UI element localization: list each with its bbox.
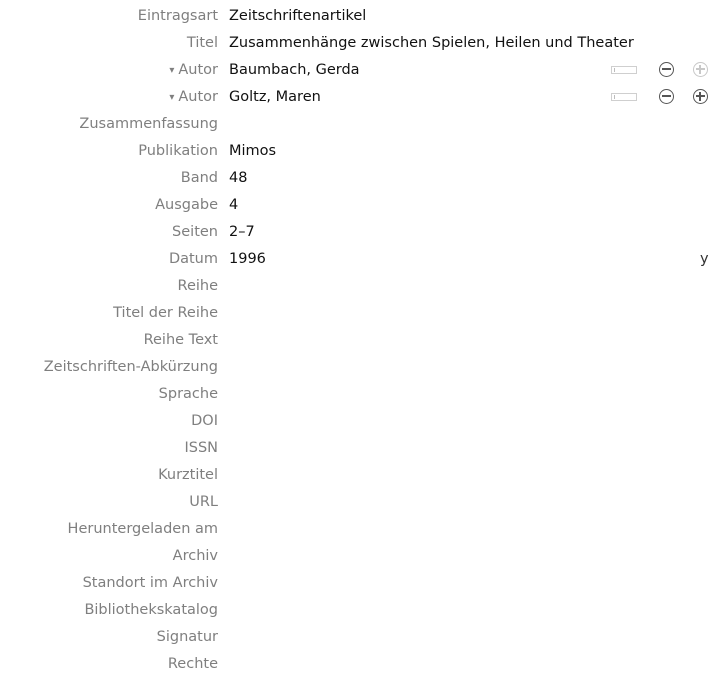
- field-row-title: Titel Zusammenhänge zwischen Spielen, He…: [0, 30, 712, 56]
- title-label: Titel: [186, 35, 218, 51]
- field-row-series-title: Titel der Reihe: [0, 300, 712, 326]
- field-value[interactable]: Mimos: [229, 138, 276, 164]
- field-row-series: Reihe: [0, 273, 712, 299]
- creator-name[interactable]: Baumbach, Gerda: [229, 57, 360, 83]
- minus-circle-icon[interactable]: [659, 89, 674, 104]
- field-label: Seiten: [172, 224, 218, 240]
- item-type-value[interactable]: Zeitschriftenartikel: [229, 3, 366, 29]
- field-row-date: Datum 1996 y: [0, 246, 712, 272]
- field-label: Titel der Reihe: [113, 305, 218, 321]
- field-label: Band: [180, 170, 218, 186]
- field-label: Archiv: [172, 548, 218, 564]
- field-label: Kurztitel: [158, 467, 218, 483]
- field-label: Datum: [168, 251, 218, 267]
- field-label: Reihe: [177, 278, 218, 294]
- field-row-doi: DOI: [0, 408, 712, 434]
- field-label: Signatur: [156, 629, 218, 645]
- creator-name[interactable]: Goltz, Maren: [229, 84, 321, 110]
- field-value[interactable]: 4: [229, 192, 238, 218]
- field-row-call-number: Signatur: [0, 624, 712, 650]
- field-value[interactable]: 2–7: [229, 219, 255, 245]
- field-label: Reihe Text: [143, 332, 218, 348]
- creator-type-label[interactable]: ▾ Autor: [0, 84, 218, 112]
- field-row-archive: Archiv: [0, 543, 712, 569]
- field-row-rights: Rechte: [0, 651, 712, 677]
- field-label: Standort im Archiv: [82, 575, 218, 591]
- field-label: Rechte: [167, 656, 218, 672]
- creator-type-label[interactable]: ▾ Autor: [0, 57, 218, 85]
- field-row-language: Sprache: [0, 381, 712, 407]
- triangle-down-icon[interactable]: ▾: [169, 85, 174, 111]
- field-row-issn: ISSN: [0, 435, 712, 461]
- switch-field-mode-icon[interactable]: [611, 93, 637, 101]
- field-label: Publikation: [138, 143, 218, 159]
- plus-circle-icon: [693, 62, 708, 77]
- field-row-url: URL: [0, 489, 712, 515]
- field-row-series-text: Reihe Text: [0, 327, 712, 353]
- date-format-indicator: y: [700, 251, 709, 267]
- plus-circle-icon[interactable]: [693, 89, 708, 104]
- title-value[interactable]: Zusammenhänge zwischen Spielen, Heilen u…: [229, 30, 634, 56]
- field-value[interactable]: 1996: [229, 246, 266, 272]
- switch-field-mode-icon[interactable]: [611, 66, 637, 74]
- creator-row: ▾ Autor Baumbach, Gerda: [0, 57, 712, 83]
- field-row-volume: Band 48: [0, 165, 712, 191]
- minus-circle-icon[interactable]: [659, 62, 674, 77]
- field-row-issue: Ausgabe 4: [0, 192, 712, 218]
- field-row-accessed: Heruntergeladen am: [0, 516, 712, 542]
- item-info-pane: Eintragsart Zeitschriftenartikel Titel Z…: [0, 0, 712, 676]
- item-type-label: Eintragsart: [137, 8, 218, 24]
- field-value[interactable]: 48: [229, 165, 247, 191]
- field-row-abstract: Zusammenfassung: [0, 111, 712, 137]
- field-label: ISSN: [184, 440, 218, 456]
- creator-row: ▾ Autor Goltz, Maren: [0, 84, 712, 110]
- field-row-pages: Seiten 2–7: [0, 219, 712, 245]
- field-label: Heruntergeladen am: [67, 521, 218, 537]
- field-row-publication: Publikation Mimos: [0, 138, 712, 164]
- field-row-library-catalog: Bibliothekskatalog: [0, 597, 712, 623]
- field-row-short-title: Kurztitel: [0, 462, 712, 488]
- field-label: URL: [189, 494, 218, 510]
- field-label: Zusammenfassung: [79, 116, 218, 132]
- field-label: Bibliothekskatalog: [84, 602, 218, 618]
- field-row-journal-abbreviation: Zeitschriften-Abkürzung: [0, 354, 712, 380]
- field-label: Zeitschriften-Abkürzung: [43, 359, 218, 375]
- field-row-item-type: Eintragsart Zeitschriftenartikel: [0, 3, 712, 29]
- field-label: Ausgabe: [155, 197, 218, 213]
- field-row-archive-location: Standort im Archiv: [0, 570, 712, 596]
- triangle-down-icon[interactable]: ▾: [169, 58, 174, 84]
- field-label: DOI: [191, 413, 218, 429]
- field-label: Sprache: [158, 386, 218, 402]
